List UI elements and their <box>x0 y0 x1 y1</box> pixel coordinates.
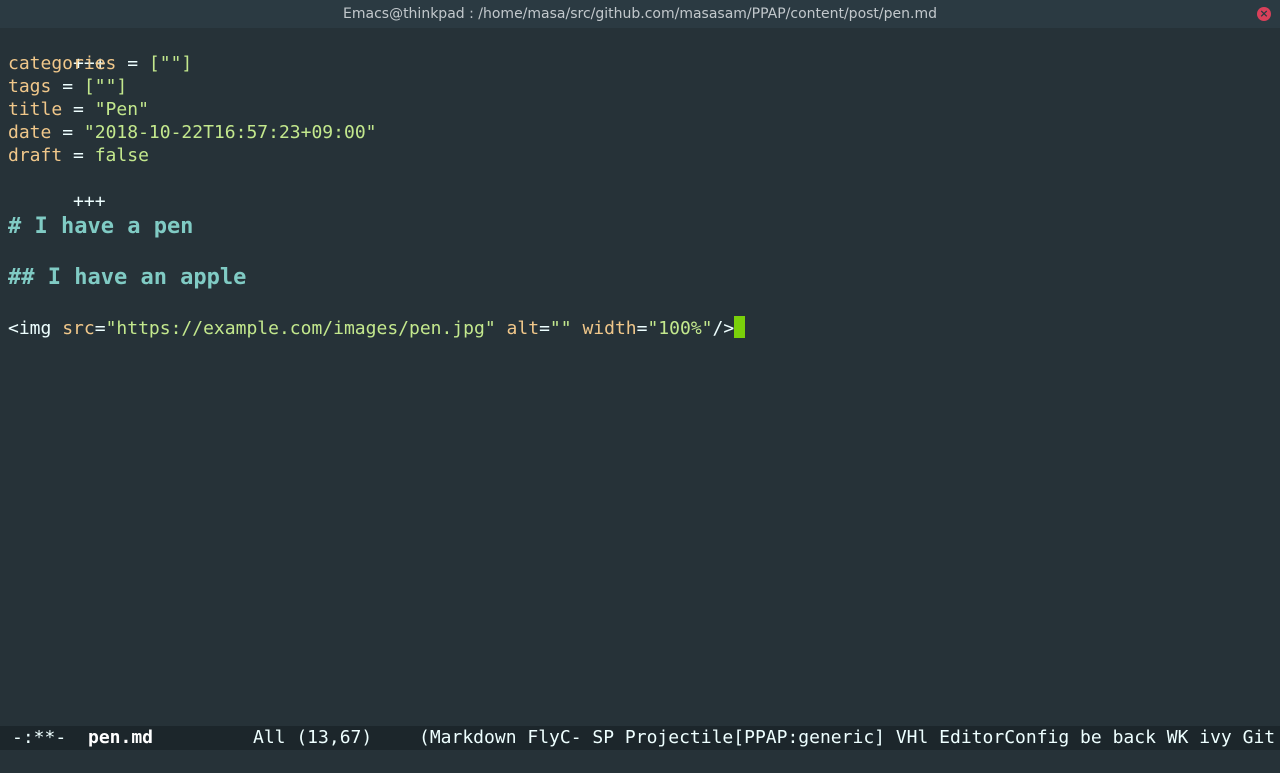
text-cursor <box>734 316 746 338</box>
categories-line: categories = [""] <box>8 52 192 75</box>
heading-2: ## I have an apple <box>8 265 247 290</box>
title-line: title = "Pen" <box>8 98 149 121</box>
date-key: date <box>8 122 52 143</box>
frontmatter-close-line: +++ <box>8 167 106 212</box>
draft-line: draft = false <box>8 144 149 167</box>
modeline-buffer-name[interactable]: pen.md <box>88 726 153 750</box>
img-alt-attr: alt <box>506 318 540 339</box>
modeline-status: -:**- <box>12 727 67 748</box>
emacs-window: Emacs@thinkpad : /home/masa/src/github.c… <box>0 0 1280 773</box>
img-alt-value: "" <box>549 318 572 339</box>
frontmatter-delimiter: +++ <box>73 191 106 212</box>
equals-sign: = <box>62 76 74 97</box>
title-value: "Pen" <box>94 99 149 120</box>
equals-sign: = <box>73 99 84 120</box>
tags-line: tags = [""] <box>8 75 127 98</box>
img-src-attr: src <box>62 318 95 339</box>
img-src-value: "https://example.com/images/pen.jpg" <box>105 318 496 339</box>
mode-line: -:**- pen.md All (13,67) (Markdown FlyC-… <box>0 726 1280 750</box>
categories-key: categories <box>8 53 117 74</box>
img-width-attr: width <box>582 318 637 339</box>
modeline-modes[interactable]: (Markdown FlyC- SP Projectile[PPAP:gener… <box>419 726 1275 750</box>
title-bar: Emacs@thinkpad : /home/masa/src/github.c… <box>0 0 1280 28</box>
equals-sign: = <box>73 145 84 166</box>
date-value: "2018-10-22T16:57:23+09:00" <box>83 122 377 143</box>
img-tag-close: /> <box>712 318 735 339</box>
equals-sign: = <box>127 53 139 74</box>
modeline-position: All (13,67) <box>253 727 373 748</box>
tags-key: tags <box>8 76 52 97</box>
img-tag-open: <img <box>8 318 52 339</box>
tags-value: [""] <box>83 76 128 97</box>
window-title: Emacs@thinkpad : /home/masa/src/github.c… <box>343 6 937 22</box>
minibuffer[interactable] <box>0 750 1280 773</box>
heading-1: # I have a pen <box>8 214 194 239</box>
close-icon[interactable]: × <box>1257 7 1271 21</box>
categories-value: [""] <box>148 53 193 74</box>
draft-key: draft <box>8 145 63 166</box>
img-width-value: "100%" <box>647 318 713 339</box>
frontmatter-open-line: +++ <box>8 29 106 74</box>
img-tag-line: <img src="https://example.com/images/pen… <box>8 316 746 339</box>
title-key: title <box>8 99 63 120</box>
equals-sign: = <box>62 122 74 143</box>
draft-value: false <box>94 145 149 166</box>
date-line: date = "2018-10-22T16:57:23+09:00" <box>8 121 377 144</box>
editor-buffer[interactable]: +++ categories = [""] tags = [""] title … <box>0 28 1280 726</box>
